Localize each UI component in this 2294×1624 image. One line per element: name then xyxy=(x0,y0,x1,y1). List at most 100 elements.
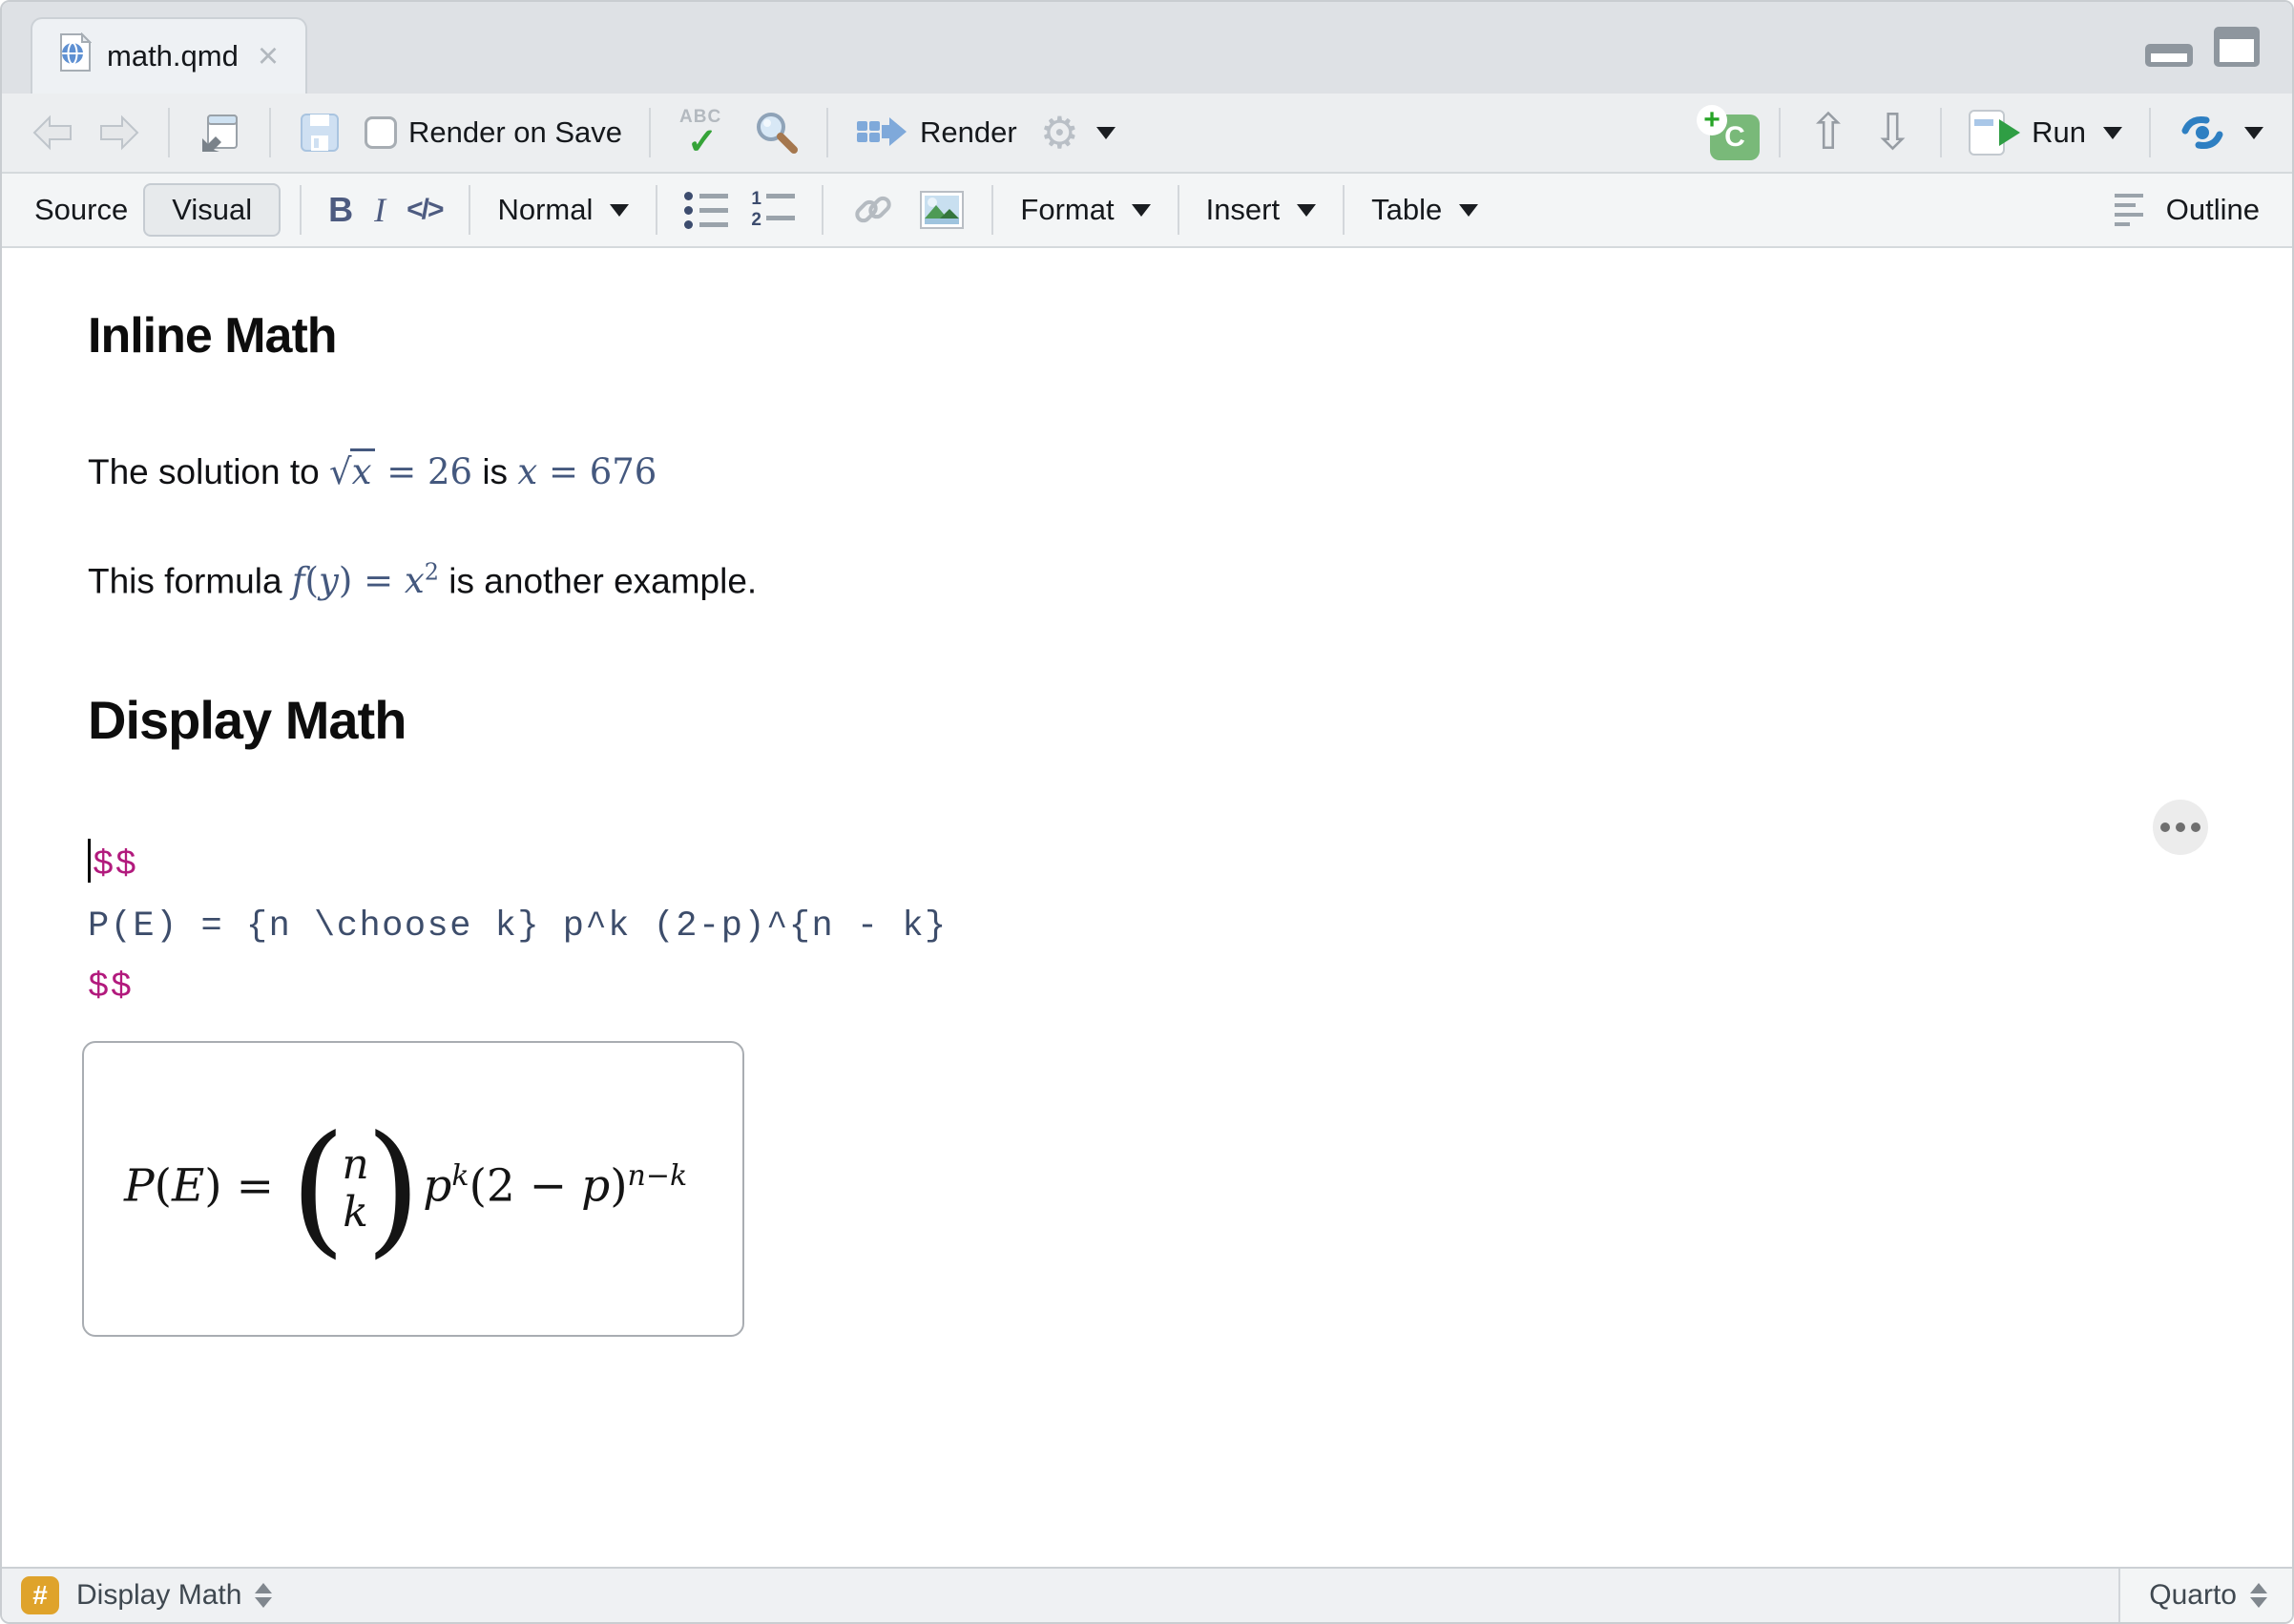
section-navigator[interactable]: Display Math xyxy=(76,1579,241,1612)
visual-label: Visual xyxy=(172,193,253,226)
display-math-source-block[interactable]: $$ P(E) = {n \choose k} p^k (2-p)^{n - k… xyxy=(88,835,2292,1018)
insert-menu-label: Insert xyxy=(1205,193,1281,226)
tab-math-qmd[interactable]: math.qmd × xyxy=(31,17,308,94)
dropdown-caret-icon xyxy=(1459,203,1479,217)
back-button[interactable] xyxy=(23,110,82,156)
run-label: Run xyxy=(2032,115,2086,149)
visual-editor-canvas[interactable]: Inline Math The solution to √x = 26 is x… xyxy=(2,248,2292,1567)
image-icon xyxy=(920,191,965,229)
code-format-button[interactable]: </> xyxy=(399,190,449,230)
dropdown-caret-icon xyxy=(2103,126,2122,139)
dropdown-caret-icon xyxy=(1131,203,1151,217)
heading-display-math: Display Math xyxy=(88,690,407,751)
toolbar-separator xyxy=(991,185,994,235)
toolbar-separator xyxy=(168,108,170,157)
insert-chunk-button[interactable]: C + xyxy=(1696,104,1760,160)
source-mode-toggle[interactable]: Source xyxy=(27,189,136,231)
inline-math-sqrt: √x = 26 xyxy=(329,448,473,492)
eq-paren: ) xyxy=(610,1159,628,1213)
rerun-button[interactable] xyxy=(2170,108,2271,157)
mode-selector-arrows-icon xyxy=(2250,1583,2267,1608)
italic-button[interactable]: I xyxy=(368,190,391,230)
section-hash-icon: # xyxy=(21,1576,59,1614)
eq-p: p xyxy=(581,1159,611,1213)
toolbar-separator xyxy=(1940,108,1943,157)
link-icon xyxy=(855,196,892,223)
bullet-list-button[interactable] xyxy=(677,186,736,234)
toolbar-separator xyxy=(1778,108,1781,157)
text-run: The solution to xyxy=(88,452,329,491)
math-delimiter-line[interactable]: $$ xyxy=(88,835,2292,896)
run-button[interactable]: Run xyxy=(1961,106,2130,159)
toolbar-separator xyxy=(822,185,824,235)
math-delimiter-close[interactable]: $$ xyxy=(88,957,2292,1018)
insert-link-button[interactable] xyxy=(843,184,904,236)
close-tab-icon[interactable]: × xyxy=(258,38,279,74)
math-var-x: x xyxy=(517,451,538,492)
numbered-list-button[interactable]: 1 2 xyxy=(743,186,803,234)
render-label: Render xyxy=(920,115,1017,149)
go-to-previous-section-button[interactable]: ⇧ xyxy=(1800,104,1857,161)
maximize-pane-icon[interactable] xyxy=(2214,27,2260,67)
render-on-save-checkbox[interactable]: Render on Save xyxy=(357,112,630,154)
gear-icon: ⚙ xyxy=(1039,107,1079,158)
go-to-next-section-button[interactable]: ⇩ xyxy=(1865,104,1922,161)
rerun-icon xyxy=(2181,116,2223,149)
big-paren-close: ) xyxy=(365,1105,422,1272)
plus-badge-icon: + xyxy=(1696,104,1727,135)
inline-math-x-676: x = 676 xyxy=(517,451,657,492)
insert-image-button[interactable] xyxy=(911,186,972,234)
math-equals-26: = 26 xyxy=(375,451,473,492)
format-menu[interactable]: Format xyxy=(1012,189,1157,231)
insert-menu[interactable]: Insert xyxy=(1199,189,1324,231)
toolbar-separator xyxy=(269,108,271,157)
minimize-pane-icon[interactable] xyxy=(2145,44,2193,67)
status-bar: # Display Math Quarto xyxy=(2,1567,2292,1622)
math-var-y: y xyxy=(318,560,339,602)
numbered-list-icon: 1 2 xyxy=(751,189,796,230)
latex-source-line[interactable]: P(E) = {n \choose k} p^k (2-p)^{n - k} xyxy=(88,896,2292,957)
find-replace-button[interactable] xyxy=(744,105,807,160)
document-mode-selector[interactable]: Quarto xyxy=(2118,1569,2292,1622)
block-options-button[interactable] xyxy=(2153,800,2208,855)
spellcheck-button[interactable]: ABC ✓ xyxy=(670,103,737,162)
math-var-x: x xyxy=(404,560,425,602)
text-run: is xyxy=(472,452,518,491)
save-button[interactable] xyxy=(290,107,349,158)
editor-toolbar: Render on Save ABC ✓ Render ⚙ C + ⇧ ⇩ Ru… xyxy=(2,94,2292,174)
open-in-new-window-button[interactable] xyxy=(189,106,250,159)
eq-equals: = xyxy=(221,1159,288,1213)
dropdown-caret-icon xyxy=(610,203,630,217)
format-menu-label: Format xyxy=(1020,193,1115,226)
visual-mode-toggle[interactable]: Visual xyxy=(143,183,282,237)
text-cursor xyxy=(88,839,91,884)
math-preview-box: P(E) = (n k) pk(2 − p)n−k xyxy=(82,1041,744,1338)
bullet-list-icon xyxy=(684,190,729,230)
outline-icon xyxy=(2114,194,2143,226)
paragraph-style-dropdown[interactable]: Normal xyxy=(490,189,636,231)
up-arrow-icon: ⇧ xyxy=(1806,104,1849,161)
checkbox-unchecked[interactable] xyxy=(365,116,397,149)
paragraph-inline-math-1: The solution to √x = 26 is x = 676 xyxy=(88,448,2292,492)
eq-paren: ( xyxy=(469,1159,487,1213)
table-menu[interactable]: Table xyxy=(1364,189,1486,231)
render-button[interactable]: Render xyxy=(847,110,1025,156)
eq-paren: ) xyxy=(204,1159,222,1213)
toolbar-separator xyxy=(1177,185,1179,235)
radicand: x xyxy=(349,448,376,492)
dropdown-caret-icon xyxy=(1297,203,1317,217)
eq-minus: − xyxy=(514,1159,582,1213)
numeral-two: 2 xyxy=(751,210,761,230)
binomial-coefficient: (n k) xyxy=(290,1105,422,1272)
forward-button[interactable] xyxy=(90,110,149,156)
check-icon: ✓ xyxy=(687,122,718,162)
toolbar-separator xyxy=(1343,185,1345,235)
format-toolbar: Source Visual B I </> Normal 1 2 Format … xyxy=(2,174,2292,248)
toolbar-separator xyxy=(2149,108,2151,157)
paragraph-style-value: Normal xyxy=(497,193,594,226)
section-selector-arrows-icon[interactable] xyxy=(255,1583,273,1608)
render-settings-button[interactable]: ⚙ xyxy=(1032,107,1123,158)
bold-button[interactable]: B xyxy=(321,186,361,234)
numeral-one: 1 xyxy=(751,189,761,209)
outline-toggle[interactable]: Outline xyxy=(2107,189,2267,231)
